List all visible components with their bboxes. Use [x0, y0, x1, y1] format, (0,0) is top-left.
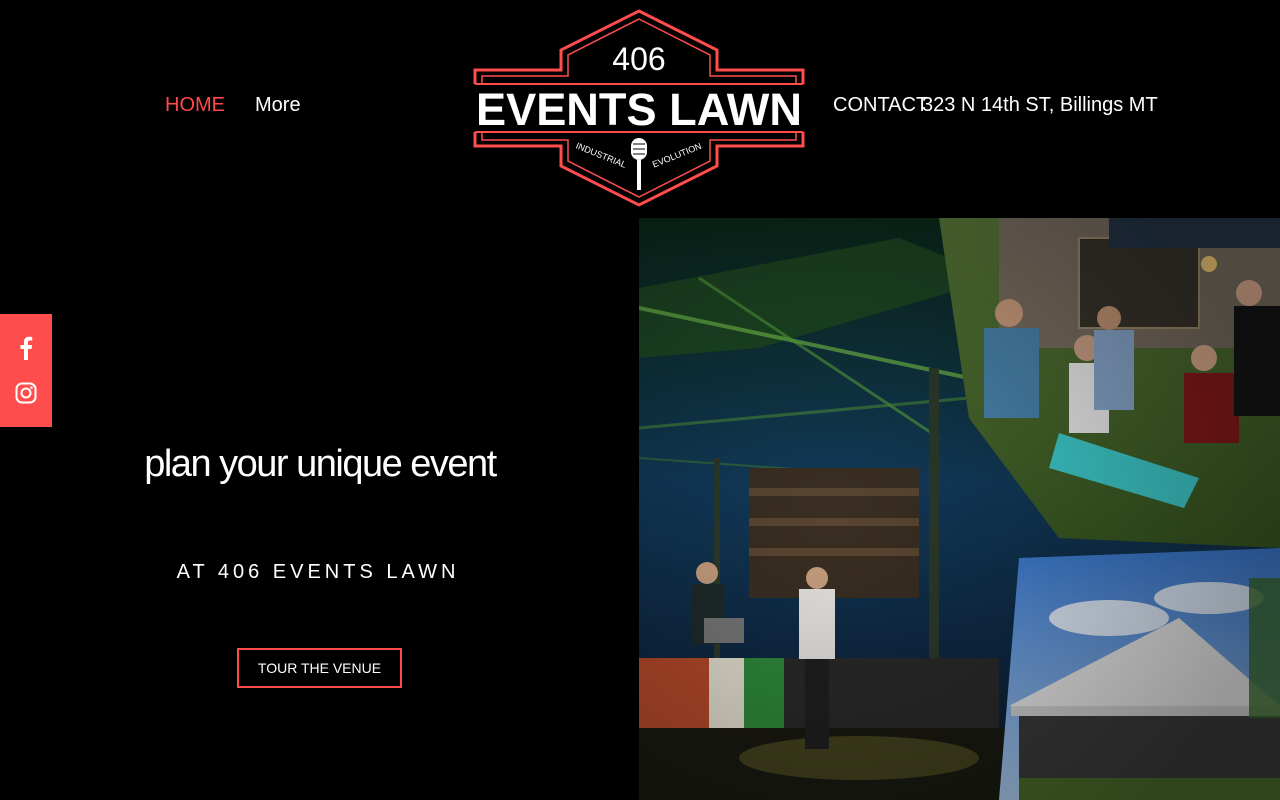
facebook-icon[interactable]	[14, 336, 38, 360]
instagram-icon[interactable]	[14, 381, 38, 405]
logo-number: 406	[612, 41, 665, 77]
hero-collage-image	[639, 218, 1280, 800]
main-nav: HOME More	[165, 94, 301, 117]
hero-title: plan your unique event	[144, 443, 497, 485]
venue-address: 323 N 14th ST, Billings MT	[922, 94, 1158, 116]
logo-tagline-right: EVOLUTION	[651, 141, 703, 170]
microphone-icon	[631, 138, 647, 190]
tour-venue-button[interactable]: TOUR THE VENUE	[237, 648, 402, 688]
hero-subtitle: AT 406 EVENTS LAWN	[176, 561, 460, 583]
site-logo[interactable]: 406 EVENTS LAWN INDUSTRIAL EVOLUTION	[472, 8, 806, 208]
nav-contact-link[interactable]: CONTACT	[833, 94, 928, 116]
page: HOME More 406 EVENTS LAWN INDUSTRIAL EVO…	[0, 0, 1280, 800]
social-bar	[0, 314, 52, 427]
right-nav: CONTACT 323 N 14th ST, Billings MT	[833, 94, 1158, 117]
nav-more-menu[interactable]: More	[255, 94, 301, 117]
nav-home-link[interactable]: HOME	[165, 94, 225, 117]
logo-name: EVENTS LAWN	[476, 84, 802, 135]
logo-tagline-left: INDUSTRIAL	[574, 141, 627, 170]
